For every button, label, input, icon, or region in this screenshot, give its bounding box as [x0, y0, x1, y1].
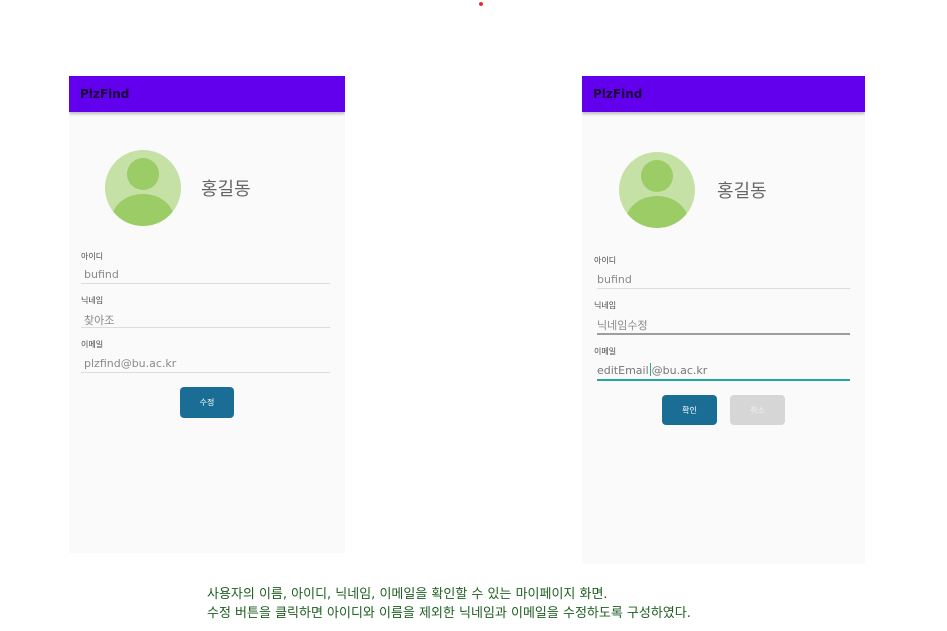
caption-line-1: 사용자의 이름, 아이디, 닉네임, 이메일을 확인할 수 있는 마이페이지 화…: [207, 587, 608, 602]
app-bar: PlzFind: [582, 76, 865, 112]
nickname-input[interactable]: 닉네임수정: [594, 317, 648, 333]
id-label: 아이디: [594, 256, 617, 265]
user-name: 홍길동: [717, 181, 767, 202]
red-dot-marker: [479, 2, 483, 6]
email-label: 이메일: [594, 347, 617, 356]
app-title: PlzFind: [593, 87, 643, 101]
mypage-view-screen: PlzFind 홍길동 아이디 bufind 닉네임 찾아조 이메일 plzfi…: [69, 76, 345, 553]
app-bar: PlzFind: [69, 76, 345, 112]
nickname-label: 닉네임: [81, 296, 104, 305]
email-value: plzfind@bu.ac.kr: [84, 357, 177, 370]
id-value: bufind: [84, 268, 119, 281]
nickname-underline: [81, 327, 330, 328]
email-input[interactable]: editEmail @bu.ac.kr: [594, 363, 707, 377]
id-underline: [597, 288, 850, 289]
cancel-button[interactable]: 취소: [730, 395, 785, 425]
mypage-edit-screen: PlzFind 홍길동 아이디 bufind 닉네임 닉네임수정 이메일 edi…: [582, 76, 865, 564]
nickname-value: 찾아조: [84, 314, 115, 327]
id-underline: [81, 283, 330, 284]
email-label: 이메일: [81, 340, 104, 349]
app-title: PlzFind: [80, 87, 130, 101]
email-text-before-cursor: editEmail: [597, 364, 649, 377]
edit-button[interactable]: 수정: [180, 387, 234, 418]
id-label: 아이디: [81, 252, 104, 261]
profile-avatar-icon: [619, 152, 695, 228]
text-cursor: [649, 363, 651, 376]
caption-line-2: 수정 버튼을 클릭하면 아이디와 이름을 제외한 닉네임과 이메일을 수정하도록…: [207, 606, 691, 621]
profile-avatar-icon: [105, 150, 181, 226]
email-underline: [81, 372, 330, 373]
email-underline-focused: [597, 379, 850, 381]
confirm-button[interactable]: 확인: [662, 395, 717, 425]
email-text-after-cursor: @bu.ac.kr: [651, 364, 708, 377]
nickname-label: 닉네임: [594, 301, 617, 310]
nickname-underline: [597, 333, 850, 335]
user-name: 홍길동: [201, 179, 251, 200]
id-value: bufind: [597, 273, 632, 286]
